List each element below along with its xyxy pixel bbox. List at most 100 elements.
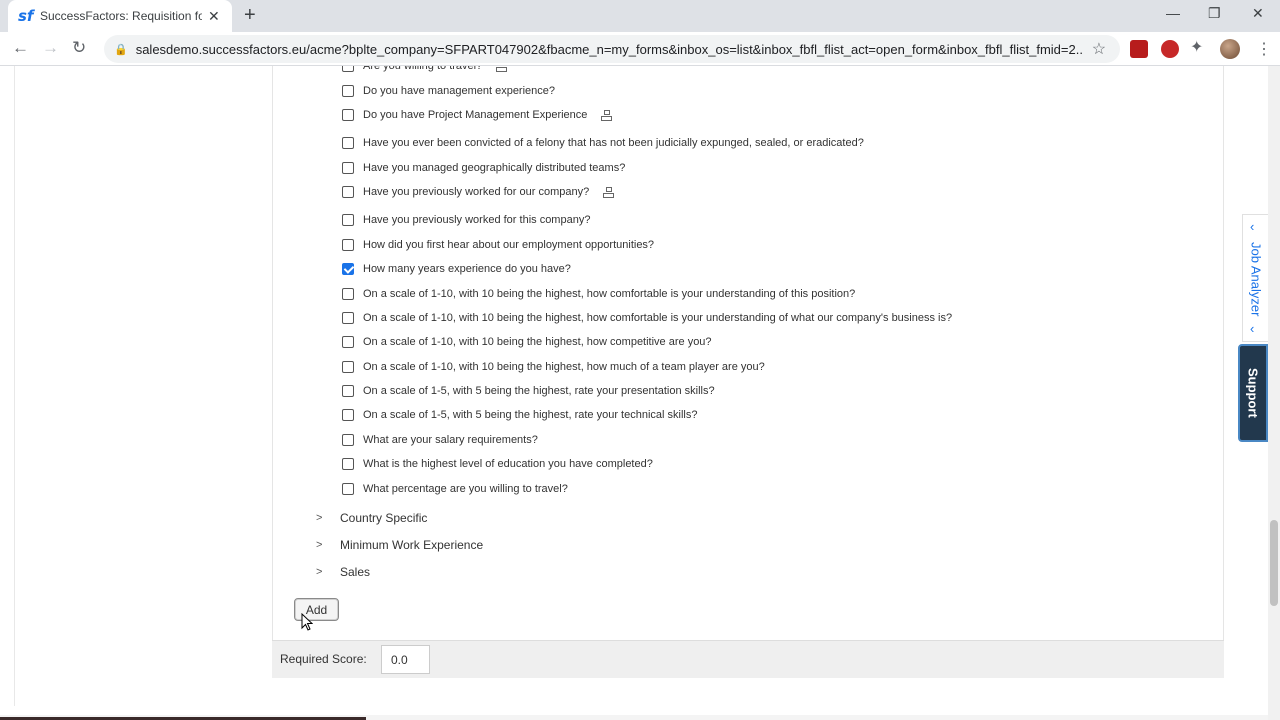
question-row[interactable]: On a scale of 1-10, with 10 being the hi… <box>342 310 952 326</box>
extensions-puzzle-icon[interactable]: ✦ <box>1190 37 1208 56</box>
question-row[interactable]: On a scale of 1-10, with 10 being the hi… <box>342 286 855 302</box>
chevron-left-icon: ‹ <box>1250 321 1255 336</box>
question-checkbox[interactable] <box>342 137 354 149</box>
browser-tab[interactable]: sf SuccessFactors: Requisition for H ✕ <box>8 0 232 32</box>
question-row[interactable]: What percentage are you willing to trave… <box>342 481 568 497</box>
chevron-right-icon: > <box>316 512 323 524</box>
question-row[interactable]: What are your salary requirements? <box>342 432 538 448</box>
hierarchy-icon[interactable] <box>603 186 615 198</box>
required-score-input[interactable]: 0.0 <box>381 645 430 674</box>
question-label: How many years experience do you have? <box>363 263 571 275</box>
question-checkbox[interactable] <box>342 288 354 300</box>
question-label: On a scale of 1-10, with 10 being the hi… <box>363 361 765 373</box>
question-checkbox[interactable] <box>342 186 354 198</box>
category-sales[interactable]: > Sales <box>316 564 370 580</box>
new-tab-icon[interactable]: + <box>244 4 256 27</box>
question-row[interactable]: Have you previously worked for this comp… <box>342 212 590 228</box>
question-checkbox[interactable] <box>342 361 354 373</box>
question-label: What is the highest level of education y… <box>363 458 653 470</box>
question-label: On a scale of 1-10, with 10 being the hi… <box>363 288 856 300</box>
left-navigation-pane <box>14 66 272 706</box>
question-label: On a scale of 1-5, with 5 being the high… <box>363 385 715 397</box>
chevron-left-icon: ‹ <box>1250 219 1255 234</box>
job-analyzer-tab[interactable]: ‹ Job Analyzer ‹ <box>1242 214 1268 342</box>
pdf-extension-icon[interactable] <box>1130 40 1148 58</box>
window-close-icon[interactable]: ✕ <box>1252 5 1264 22</box>
tab-title: SuccessFactors: Requisition for H <box>40 9 202 23</box>
required-score-bar: Required Score: 0.0 <box>272 640 1224 678</box>
successfactors-favicon: sf <box>18 7 34 25</box>
question-checkbox[interactable] <box>342 162 354 174</box>
category-label: Sales <box>340 565 371 579</box>
scrollbar-thumb[interactable] <box>1270 520 1278 606</box>
question-row[interactable]: Are you willing to travel? <box>342 66 508 74</box>
question-row[interactable]: Do you have Project Management Experienc… <box>342 107 613 123</box>
address-bar[interactable]: 🔒 salesdemo.successfactors.eu/acme?bplte… <box>104 35 1120 63</box>
chevron-right-icon: > <box>316 566 323 578</box>
page-content: Are you willing to travel? Do you have ma… <box>0 66 1280 720</box>
chevron-right-icon: > <box>316 539 323 551</box>
restore-icon[interactable]: ❐ <box>1208 5 1221 22</box>
category-minimum-work-experience[interactable]: > Minimum Work Experience <box>316 537 483 553</box>
question-row[interactable]: Have you managed geographically distribu… <box>342 160 625 176</box>
page-scrollbar[interactable] <box>1268 66 1280 720</box>
forward-icon[interactable]: → <box>42 38 59 58</box>
question-checkbox[interactable] <box>342 385 354 397</box>
hierarchy-icon[interactable] <box>496 66 508 72</box>
question-label: On a scale of 1-5, with 5 being the high… <box>363 409 698 421</box>
question-row[interactable]: How many years experience do you have? <box>342 261 571 277</box>
category-country-specific[interactable]: > Country Specific <box>316 510 427 526</box>
shield-extension-icon[interactable] <box>1161 40 1179 58</box>
close-tab-icon[interactable]: ✕ <box>208 8 220 25</box>
support-tab[interactable]: Support <box>1238 344 1268 442</box>
lock-icon: 🔒 <box>114 43 128 56</box>
question-checkbox[interactable] <box>342 263 354 275</box>
question-checkbox[interactable] <box>342 66 354 72</box>
question-row[interactable]: On a scale of 1-5, with 5 being the high… <box>342 407 697 423</box>
question-row[interactable]: On a scale of 1-5, with 5 being the high… <box>342 383 715 399</box>
reload-icon[interactable]: ↻ <box>72 38 86 58</box>
support-label: Support <box>1245 368 1261 418</box>
back-icon[interactable]: ← <box>12 38 29 58</box>
job-analyzer-label: Job Analyzer <box>1248 241 1264 317</box>
mouse-cursor-icon <box>301 613 313 631</box>
question-row[interactable]: What is the highest level of education y… <box>342 456 653 472</box>
question-row[interactable]: How did you first hear about our employm… <box>342 237 654 253</box>
profile-avatar[interactable] <box>1220 39 1240 59</box>
question-checkbox[interactable] <box>342 239 354 251</box>
question-label: Are you willing to travel? <box>363 66 483 72</box>
browser-menu-icon[interactable]: ⋮ <box>1256 39 1272 59</box>
question-checkbox[interactable] <box>342 336 354 348</box>
question-row[interactable]: On a scale of 1-10, with 10 being the hi… <box>342 334 712 350</box>
question-row[interactable]: On a scale of 1-10, with 10 being the hi… <box>342 359 765 375</box>
question-row[interactable]: Do you have management experience? <box>342 83 555 99</box>
browser-toolbar: ← → ↻ 🔒 salesdemo.successfactors.eu/acme… <box>0 32 1280 66</box>
question-label: What percentage are you willing to trave… <box>363 483 568 495</box>
minimize-icon[interactable]: — <box>1166 5 1180 21</box>
question-checkbox[interactable] <box>342 458 354 470</box>
question-row[interactable]: Have you ever been convicted of a felony… <box>342 135 864 151</box>
question-checkbox[interactable] <box>342 109 354 121</box>
question-row[interactable]: Have you previously worked for our compa… <box>342 184 615 200</box>
hierarchy-icon[interactable] <box>601 109 613 121</box>
question-checkbox[interactable] <box>342 85 354 97</box>
question-label: Have you previously worked for our compa… <box>363 186 590 198</box>
question-label: On a scale of 1-10, with 10 being the hi… <box>363 336 712 348</box>
question-label: Do you have management experience? <box>363 85 556 97</box>
bookmark-star-icon[interactable]: ☆ <box>1092 39 1106 59</box>
category-label: Minimum Work Experience <box>340 538 484 552</box>
bottom-strip <box>0 715 1280 720</box>
question-checkbox[interactable] <box>342 214 354 226</box>
browser-tab-bar: sf SuccessFactors: Requisition for H ✕ +… <box>0 0 1280 32</box>
question-label: On a scale of 1-10, with 10 being the hi… <box>363 312 953 324</box>
question-label: Do you have Project Management Experienc… <box>363 109 588 121</box>
question-checkbox[interactable] <box>342 434 354 446</box>
question-label: Have you ever been convicted of a felony… <box>363 137 864 149</box>
question-checkbox[interactable] <box>342 409 354 421</box>
question-checkbox[interactable] <box>342 483 354 495</box>
question-label: How did you first hear about our employm… <box>363 239 655 251</box>
required-score-label: Required Score: <box>280 652 367 666</box>
question-label: What are your salary requirements? <box>363 434 538 446</box>
question-label: Have you managed geographically distribu… <box>363 162 626 174</box>
question-checkbox[interactable] <box>342 312 354 324</box>
